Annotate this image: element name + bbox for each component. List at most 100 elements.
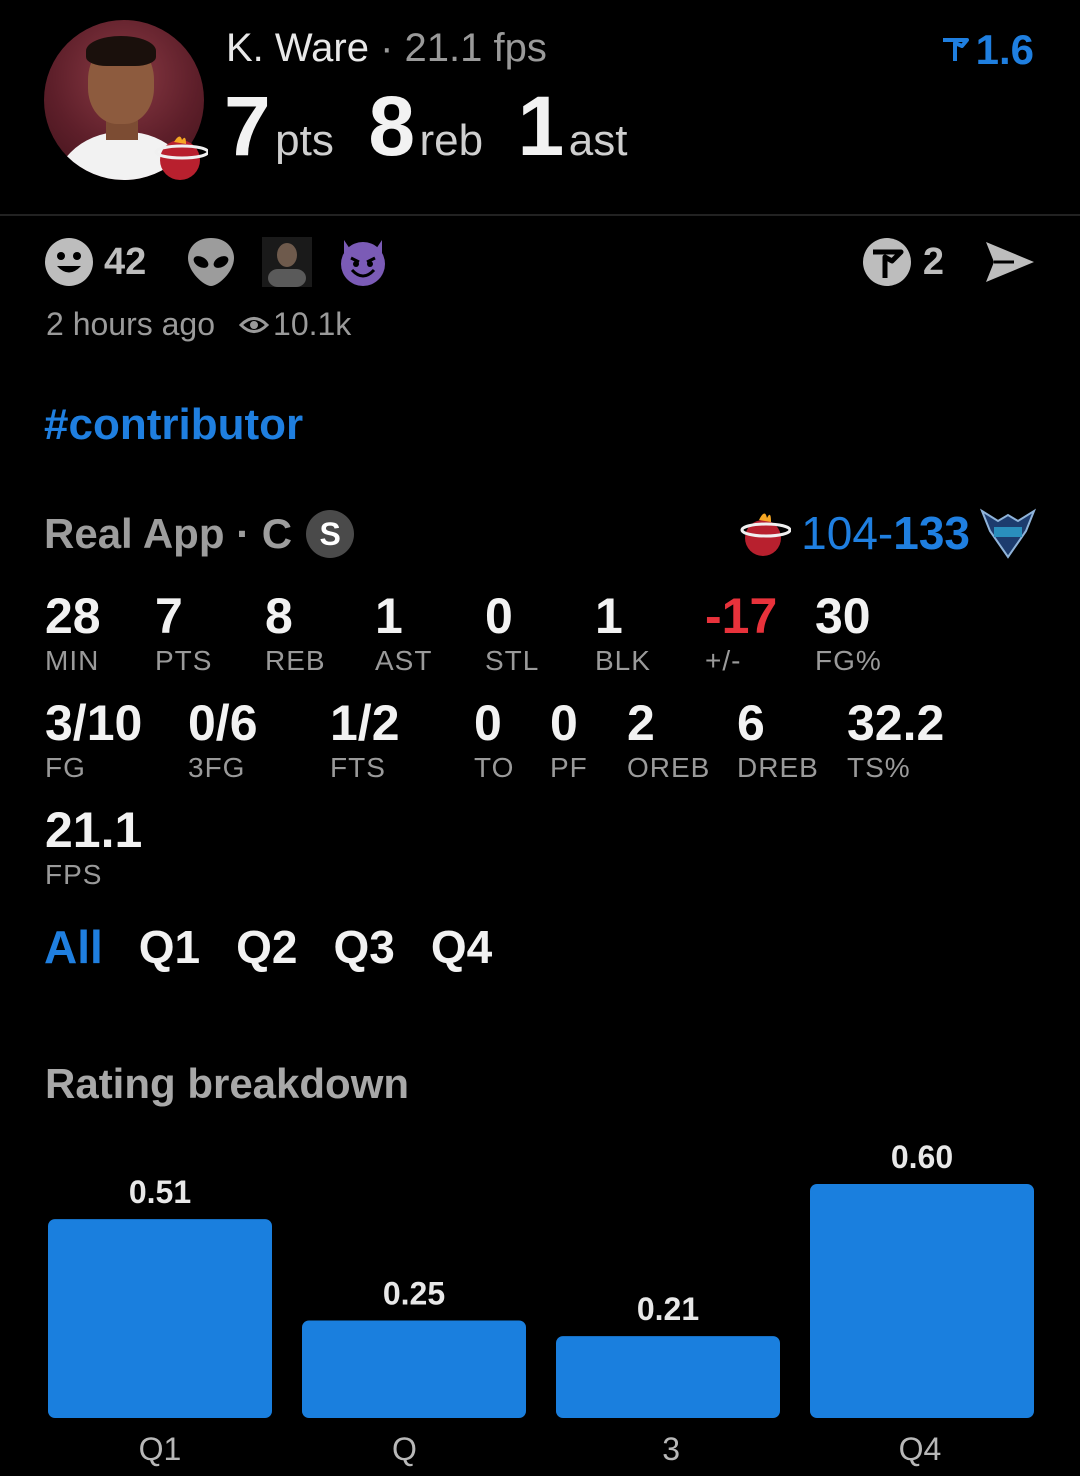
alien-emoji-icon[interactable] (186, 236, 236, 288)
smile-emoji-icon[interactable] (44, 237, 94, 287)
stat-fps: 21.1 FPS (45, 802, 142, 892)
score-text: 104-133 (801, 506, 970, 560)
section-title: Rating breakdown (45, 1060, 410, 1107)
bar-q4[interactable] (810, 1184, 1034, 1418)
stat-value: 0 (474, 695, 502, 751)
stat-label: PTS (155, 645, 213, 676)
stat-min: 28 MIN (45, 588, 101, 678)
time-ago: 2 hours ago (46, 306, 216, 342)
stat-label: BLK (595, 645, 651, 676)
player-statline: 7 pts 8 reb 1 ast (224, 78, 657, 175)
player-name: K. Ware (226, 26, 369, 70)
category-label: 3 (662, 1431, 680, 1467)
stat-value: 6 (737, 695, 765, 751)
tab-q4[interactable]: Q4 (431, 920, 492, 974)
stat-value: 2 (627, 695, 655, 751)
stat-fg-pct: 30 FG% (815, 588, 882, 678)
smile-count: 42 (104, 240, 147, 283)
bar-q3[interactable] (556, 1336, 780, 1418)
ast-unit: ast (568, 116, 628, 165)
stat-label: FG (45, 752, 86, 783)
stat-ast: 1 AST (375, 588, 432, 678)
stat-label: REB (265, 645, 326, 676)
tab-q2[interactable]: Q2 (236, 920, 297, 974)
stat-value: 30 (815, 588, 871, 644)
stat-label: TO (474, 752, 515, 783)
stat-label: DREB (737, 752, 819, 783)
stat-label: FTS (330, 752, 386, 783)
separator: · (369, 26, 405, 70)
reactions-row: 42 (44, 236, 388, 288)
post-actions: 2 (861, 236, 1036, 288)
tab-all[interactable]: All (44, 920, 103, 974)
rating-shield-icon[interactable] (861, 236, 913, 288)
views: 10.1k (239, 306, 351, 343)
ast-value: 1 (517, 79, 565, 173)
player-headline[interactable]: K. Ware · 21.1 fps (226, 26, 547, 71)
hashtag-link[interactable]: #contributor (44, 400, 303, 450)
stat-value: 0 (550, 695, 578, 751)
stat-value: 1 (375, 588, 403, 644)
reb-value: 8 (368, 79, 416, 173)
devil-emoji-icon[interactable] (338, 236, 388, 288)
rating-value: 1.6 (975, 26, 1034, 73)
game-score[interactable]: 104-133 (739, 506, 1036, 560)
stat-dreb: 6 DREB (737, 695, 819, 785)
rating-breakdown-chart: 0.51 0.25 0.21 0.60 Q1 Q 3 Q4 (48, 1139, 1034, 1467)
stat-fts: 1/2 FTS (330, 695, 400, 785)
stat-label: FPS (45, 859, 103, 890)
stat-label: TS% (847, 752, 911, 783)
stat-value: 8 (265, 588, 293, 644)
heat-logo-icon (740, 513, 792, 556)
stat-pts: 7 PTS (155, 588, 212, 678)
stat-label: AST (375, 645, 433, 676)
stat-label: 3FG (188, 752, 246, 783)
stat-value: 1/2 (330, 695, 400, 751)
hair-shape (86, 36, 156, 66)
player-fps: 21.1 fps (404, 26, 547, 70)
reb-unit: reb (419, 116, 484, 165)
stat-value: 0/6 (188, 695, 258, 751)
stat-fg: 3/10 FG (45, 695, 142, 785)
bar-value-label: 0.60 (891, 1139, 953, 1175)
stat-value: 7 (155, 588, 183, 644)
user-thumb-icon[interactable] (262, 237, 313, 287)
send-icon[interactable] (984, 240, 1036, 284)
category-label: Q (392, 1431, 417, 1467)
stat-stl: 0 STL (485, 588, 539, 678)
stat-value: 32.2 (847, 695, 945, 751)
score-home: 104 (801, 507, 878, 559)
stat-pf: 0 PF (550, 695, 588, 785)
hornets-logo-icon (980, 508, 1036, 559)
league-label: Real App · C (44, 510, 293, 557)
rating-triangle-icon (942, 38, 969, 61)
tab-q1[interactable]: Q1 (139, 920, 200, 974)
eye-icon (239, 316, 270, 333)
tab-q3[interactable]: Q3 (334, 920, 395, 974)
category-label: Q4 (899, 1431, 942, 1467)
stat-label: MIN (45, 645, 100, 676)
bar-value-label: 0.25 (383, 1276, 445, 1312)
stat-plus-minus: -17 +/- (705, 588, 777, 678)
views-count: 10.1k (273, 306, 352, 342)
heat-logo-icon (154, 136, 208, 180)
bar-q1[interactable] (48, 1219, 272, 1418)
stat-reb: 8 REB (265, 588, 326, 678)
pts-value: 7 (224, 79, 271, 173)
bar-q2[interactable] (302, 1320, 526, 1419)
stat-value: 0 (485, 588, 513, 644)
stat-label: PF (550, 752, 588, 783)
stat-label: +/- (705, 645, 742, 676)
category-label: Q1 (139, 1431, 182, 1467)
bar-value-label: 0.21 (637, 1291, 699, 1327)
quarter-tabs: All Q1 Q2 Q3 Q4 (44, 920, 492, 974)
status-badge: S (306, 510, 355, 558)
header-divider (0, 214, 1080, 216)
stat-ts-pct: 32.2 TS% (847, 695, 944, 785)
rating-score[interactable]: 1.6 (940, 26, 1034, 74)
stat-value: 3/10 (45, 695, 143, 751)
stat-3fg: 0/6 3FG (188, 695, 258, 785)
rating-count: 2 (922, 240, 944, 283)
pts-unit: pts (275, 116, 334, 165)
stat-to: 0 TO (474, 695, 514, 785)
